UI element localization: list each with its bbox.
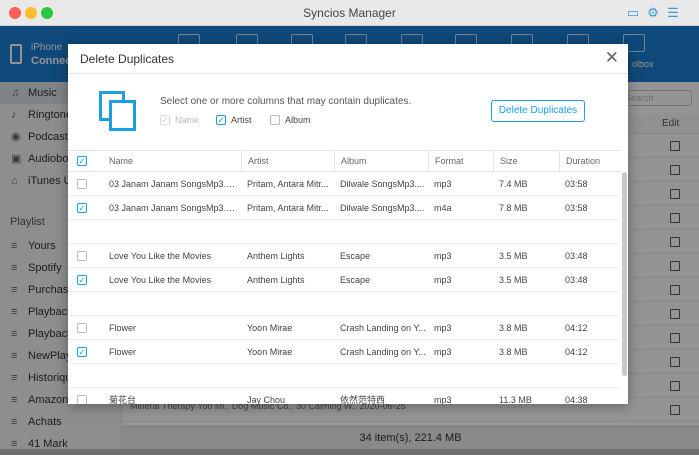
cell-duration: 03:48 bbox=[565, 275, 588, 285]
divider bbox=[68, 73, 628, 74]
row-checkbox[interactable] bbox=[77, 179, 87, 189]
group-spacer bbox=[68, 292, 621, 316]
cell-duration: 03:58 bbox=[565, 179, 588, 189]
column-size[interactable]: Size bbox=[493, 151, 559, 172]
cell-format: mp3 bbox=[434, 347, 452, 357]
close-icon[interactable]: ✕ bbox=[605, 48, 619, 68]
title-bar: Syncios Manager ▭ ⚙ ☰ bbox=[0, 0, 699, 26]
cell-album: Dilwale SongsMp3.... bbox=[340, 203, 425, 213]
cell-size: 3.8 MB bbox=[499, 347, 528, 357]
table-row[interactable]: ✓ 03 Janam Janam SongsMp3.Com Pritam, An… bbox=[68, 196, 621, 220]
table-row[interactable]: ✓ Love You Like the Movies Anthem Lights… bbox=[68, 268, 621, 292]
cell-artist: Anthem Lights bbox=[247, 275, 305, 285]
cell-format: mp3 bbox=[434, 251, 452, 261]
cell-duration: 03:58 bbox=[565, 203, 588, 213]
cell-name: Love You Like the Movies bbox=[109, 275, 212, 285]
cell-size: 11.3 MB bbox=[499, 395, 532, 404]
cell-format: m4a bbox=[434, 203, 452, 213]
delete-duplicates-button[interactable]: Delete Duplicates bbox=[491, 100, 585, 122]
cell-artist: Pritam, Antara Mitr... bbox=[247, 203, 329, 213]
table-row[interactable]: 菊花台 Jay Chou 依然范特西 mp3 11.3 MB 04:38 bbox=[68, 388, 621, 404]
cell-artist: Pritam, Antara Mitr... bbox=[247, 179, 329, 189]
cell-name: 菊花台 bbox=[109, 395, 137, 404]
table-row[interactable]: Flower Yoon Mirae Crash Landing on Y... … bbox=[68, 316, 621, 340]
cell-name: 03 Janam Janam SongsMp3.Com bbox=[109, 203, 241, 213]
cell-duration: 04:38 bbox=[565, 395, 588, 404]
window-title: Syncios Manager bbox=[303, 6, 396, 20]
group-spacer bbox=[68, 220, 621, 244]
cell-format: mp3 bbox=[434, 323, 452, 333]
cell-artist: Jay Chou bbox=[247, 395, 286, 404]
column-artist[interactable]: Artist bbox=[241, 151, 334, 172]
cell-duration: 04:12 bbox=[565, 347, 588, 357]
column-format[interactable]: Format bbox=[428, 151, 493, 172]
cell-duration: 03:48 bbox=[565, 251, 588, 261]
cell-size: 3.8 MB bbox=[499, 323, 528, 333]
cell-album: 依然范特西 bbox=[340, 395, 386, 404]
message-icon[interactable]: ▭ bbox=[626, 6, 640, 20]
row-checkbox[interactable]: ✓ bbox=[77, 203, 87, 213]
dialog-title: Delete Duplicates bbox=[80, 52, 175, 66]
cell-album: Crash Landing on Y... bbox=[340, 347, 426, 357]
cell-artist: Anthem Lights bbox=[247, 251, 305, 261]
cell-album: Escape bbox=[340, 275, 371, 285]
cell-album: Escape bbox=[340, 251, 371, 261]
cell-name: 03 Janam Janam SongsMp3.Com bbox=[109, 179, 241, 189]
table-row[interactable]: Love You Like the Movies Anthem Lights E… bbox=[68, 244, 621, 268]
cell-artist: Yoon Mirae bbox=[247, 347, 293, 357]
column-album[interactable]: Album bbox=[334, 151, 428, 172]
cell-size: 3.5 MB bbox=[499, 251, 528, 261]
row-checkbox[interactable] bbox=[77, 395, 87, 404]
table-row[interactable]: ✓ Flower Yoon Mirae Crash Landing on Y..… bbox=[68, 340, 621, 364]
column-name[interactable]: Name bbox=[103, 151, 241, 172]
option-label: Artist bbox=[231, 115, 252, 125]
list-scrollbar[interactable] bbox=[622, 172, 627, 376]
row-checkbox[interactable]: ✓ bbox=[77, 275, 87, 285]
cell-artist: Yoon Mirae bbox=[247, 323, 293, 333]
option-label: Name bbox=[175, 115, 200, 125]
select-all-checkbox[interactable]: ✓ bbox=[77, 156, 87, 166]
cell-name: Love You Like the Movies bbox=[109, 251, 212, 261]
cell-size: 3.5 MB bbox=[499, 275, 528, 285]
gear-icon[interactable]: ⚙ bbox=[646, 6, 660, 20]
duplicates-list: 03 Janam Janam SongsMp3.Com Pritam, Anta… bbox=[68, 172, 621, 404]
name-checkbox: ✓ bbox=[160, 115, 170, 125]
row-checkbox[interactable]: ✓ bbox=[77, 347, 87, 357]
cell-album: Crash Landing on Y... bbox=[340, 323, 426, 333]
artist-checkbox[interactable]: ✓ bbox=[216, 115, 226, 125]
dialog-instruction: Select one or more columns that may cont… bbox=[160, 96, 412, 107]
delete-duplicates-dialog: Delete Duplicates ✕ Select one or more c… bbox=[68, 44, 628, 404]
cell-size: 7.8 MB bbox=[499, 203, 528, 213]
cell-size: 7.4 MB bbox=[499, 179, 528, 189]
cell-format: mp3 bbox=[434, 275, 452, 285]
cell-format: mp3 bbox=[434, 179, 452, 189]
duplicates-table-header: ✓ Name Artist Album Format Size Duration bbox=[68, 150, 621, 172]
column-duration[interactable]: Duration bbox=[559, 151, 621, 172]
cell-album: Dilwale SongsMp3.... bbox=[340, 179, 425, 189]
option-label: Album bbox=[285, 115, 311, 125]
duplicate-icon bbox=[99, 91, 137, 131]
cell-name: Flower bbox=[109, 323, 137, 333]
group-spacer bbox=[68, 364, 621, 388]
row-checkbox[interactable] bbox=[77, 323, 87, 333]
cell-duration: 04:12 bbox=[565, 323, 588, 333]
cell-name: Flower bbox=[109, 347, 137, 357]
menu-icon[interactable]: ☰ bbox=[666, 6, 680, 20]
table-row[interactable]: 03 Janam Janam SongsMp3.Com Pritam, Anta… bbox=[68, 172, 621, 196]
row-checkbox[interactable] bbox=[77, 251, 87, 261]
album-checkbox[interactable] bbox=[270, 115, 280, 125]
cell-format: mp3 bbox=[434, 395, 452, 404]
